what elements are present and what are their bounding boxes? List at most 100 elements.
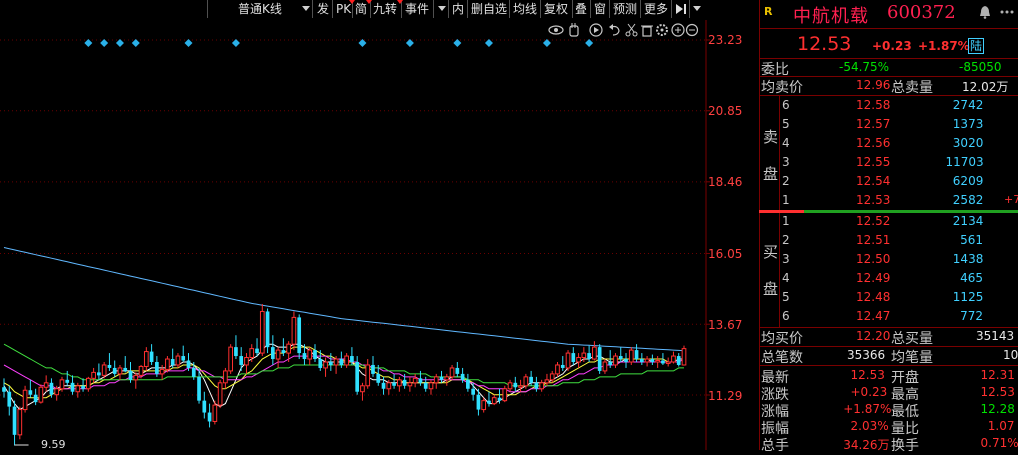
toolbar-divider (572, 0, 573, 18)
candle-body (329, 362, 333, 365)
kline-chart[interactable]: 23.23 20.85 18.46 16.05 13.67 11.29 9.59 (0, 20, 758, 450)
events-dropdown-icon[interactable] (438, 6, 446, 11)
bid-level: 3 (782, 252, 790, 266)
eye-icon[interactable] (549, 26, 563, 34)
candle-body (608, 362, 612, 365)
kline-chart-canvas[interactable] (0, 20, 758, 450)
ask-volume: 2742 (953, 98, 984, 112)
avg-ask-label: 均卖价 (761, 77, 803, 97)
candle-body (166, 359, 170, 369)
toolbar-divider (689, 0, 690, 18)
bid-level: 2 (782, 233, 790, 247)
candle-body (666, 362, 670, 363)
candle-body (640, 359, 644, 362)
bid-price: 12.51 (856, 233, 890, 247)
toolbar-button-jiuzhuan[interactable]: 九转 (373, 1, 397, 17)
avg-bid-label: 均买价 (761, 328, 803, 348)
candle-body (197, 377, 201, 401)
toolbar-button-overlay[interactable]: 叠 (575, 1, 587, 17)
hand-icon[interactable] (570, 23, 578, 36)
play-icon[interactable] (590, 24, 602, 36)
candle-body (176, 356, 180, 365)
candle-body (313, 350, 317, 359)
bid-volume: 465 (960, 271, 983, 285)
candle-body (492, 398, 496, 404)
scissors-icon[interactable] (626, 24, 637, 36)
candle-body (350, 356, 354, 362)
candle-body (181, 356, 185, 360)
toolbar-button-window[interactable]: 窗 (594, 1, 606, 17)
toolbar-button-adjust[interactable]: 复权 (544, 1, 568, 17)
candle-body (224, 371, 228, 383)
total-trades-value: 35366 (847, 348, 885, 362)
toolbar-button-events[interactable]: 事件 (405, 1, 429, 17)
undo-icon[interactable] (609, 24, 619, 35)
toolbar-button-nei[interactable]: 内 (452, 1, 464, 17)
zoom-in-icon[interactable] (672, 24, 684, 36)
candle-body (23, 390, 27, 409)
candle-body (155, 362, 159, 374)
candle-body (202, 401, 206, 413)
toolbar-button-ma[interactable]: 均线 (513, 1, 537, 17)
ask-level: 4 (782, 136, 790, 150)
collapse-panel-icon[interactable] (674, 2, 688, 16)
toolbar-divider (509, 0, 510, 18)
toolbar-button-fa[interactable]: 发 (317, 1, 329, 17)
y-axis-label: 11.29 (708, 389, 754, 403)
candle-body (50, 383, 54, 395)
stat-value: 12.28 (981, 402, 1015, 416)
stat-value: 12.53 (981, 385, 1015, 399)
stat-label: 总手 (761, 435, 789, 455)
toolbar-divider (312, 0, 313, 18)
chart-toolbar: 普通K线 发 PK 简 九转 事件 内 删自选 均线 复权 叠 窗 预测 更多 (0, 0, 758, 18)
candle-body (334, 359, 338, 365)
bid-level: 1 (782, 214, 790, 228)
candle-body (392, 383, 396, 386)
candle-body (134, 375, 138, 379)
candle-body (677, 356, 681, 365)
candle-body (424, 383, 428, 389)
divider (759, 58, 1018, 59)
toolbar-dropdown-icon[interactable] (693, 6, 701, 11)
candle-body (266, 311, 270, 347)
kline-type-select[interactable]: 普通K线 (238, 1, 282, 17)
candle-body (593, 347, 597, 359)
ask-level: 2 (782, 174, 790, 188)
ask-volume: 6209 (953, 174, 984, 188)
bid-level: 5 (782, 290, 790, 304)
candle-body (102, 365, 106, 375)
candle-body (2, 387, 6, 391)
divider (779, 96, 780, 210)
candle-body (408, 383, 412, 386)
candle-body (434, 377, 438, 383)
stat-value: 34.26万 (843, 436, 889, 453)
toolbar-button-remove-watchlist[interactable]: 删自选 (471, 1, 507, 17)
candle-body (387, 383, 391, 389)
kline-type-label: 普通K线 (238, 2, 282, 16)
zoom-out-icon[interactable] (687, 25, 698, 36)
bid-price: 12.48 (856, 290, 890, 304)
kline-type-dropdown-icon[interactable] (302, 6, 310, 11)
toolbar-divider (448, 0, 449, 18)
bid-volume: 561 (960, 233, 983, 247)
candle-body (303, 353, 307, 359)
bid-volume: 1125 (953, 290, 984, 304)
candle-body (18, 410, 22, 435)
trash-icon[interactable] (641, 26, 653, 36)
toolbar-divider (467, 0, 468, 18)
toolbar-button-more[interactable]: 更多 (644, 1, 668, 17)
candle-body (498, 398, 502, 401)
jian-alert-marker-icon (366, 0, 372, 4)
avg-ask-value: 12.96 (856, 78, 890, 92)
gear-icon[interactable] (657, 25, 667, 35)
ask-price: 12.55 (856, 155, 890, 169)
ask-price: 12.57 (856, 117, 890, 131)
more-options-icon[interactable] (999, 5, 1015, 19)
ask-volume-change: +7 (1004, 193, 1018, 206)
avg-bid-value: 12.20 (856, 329, 890, 343)
candle-body (582, 353, 586, 357)
toolbar-button-forecast[interactable]: 预测 (613, 1, 637, 17)
bell-icon[interactable] (978, 5, 992, 19)
candle-body (529, 377, 533, 383)
event-marker-icon (184, 39, 192, 47)
